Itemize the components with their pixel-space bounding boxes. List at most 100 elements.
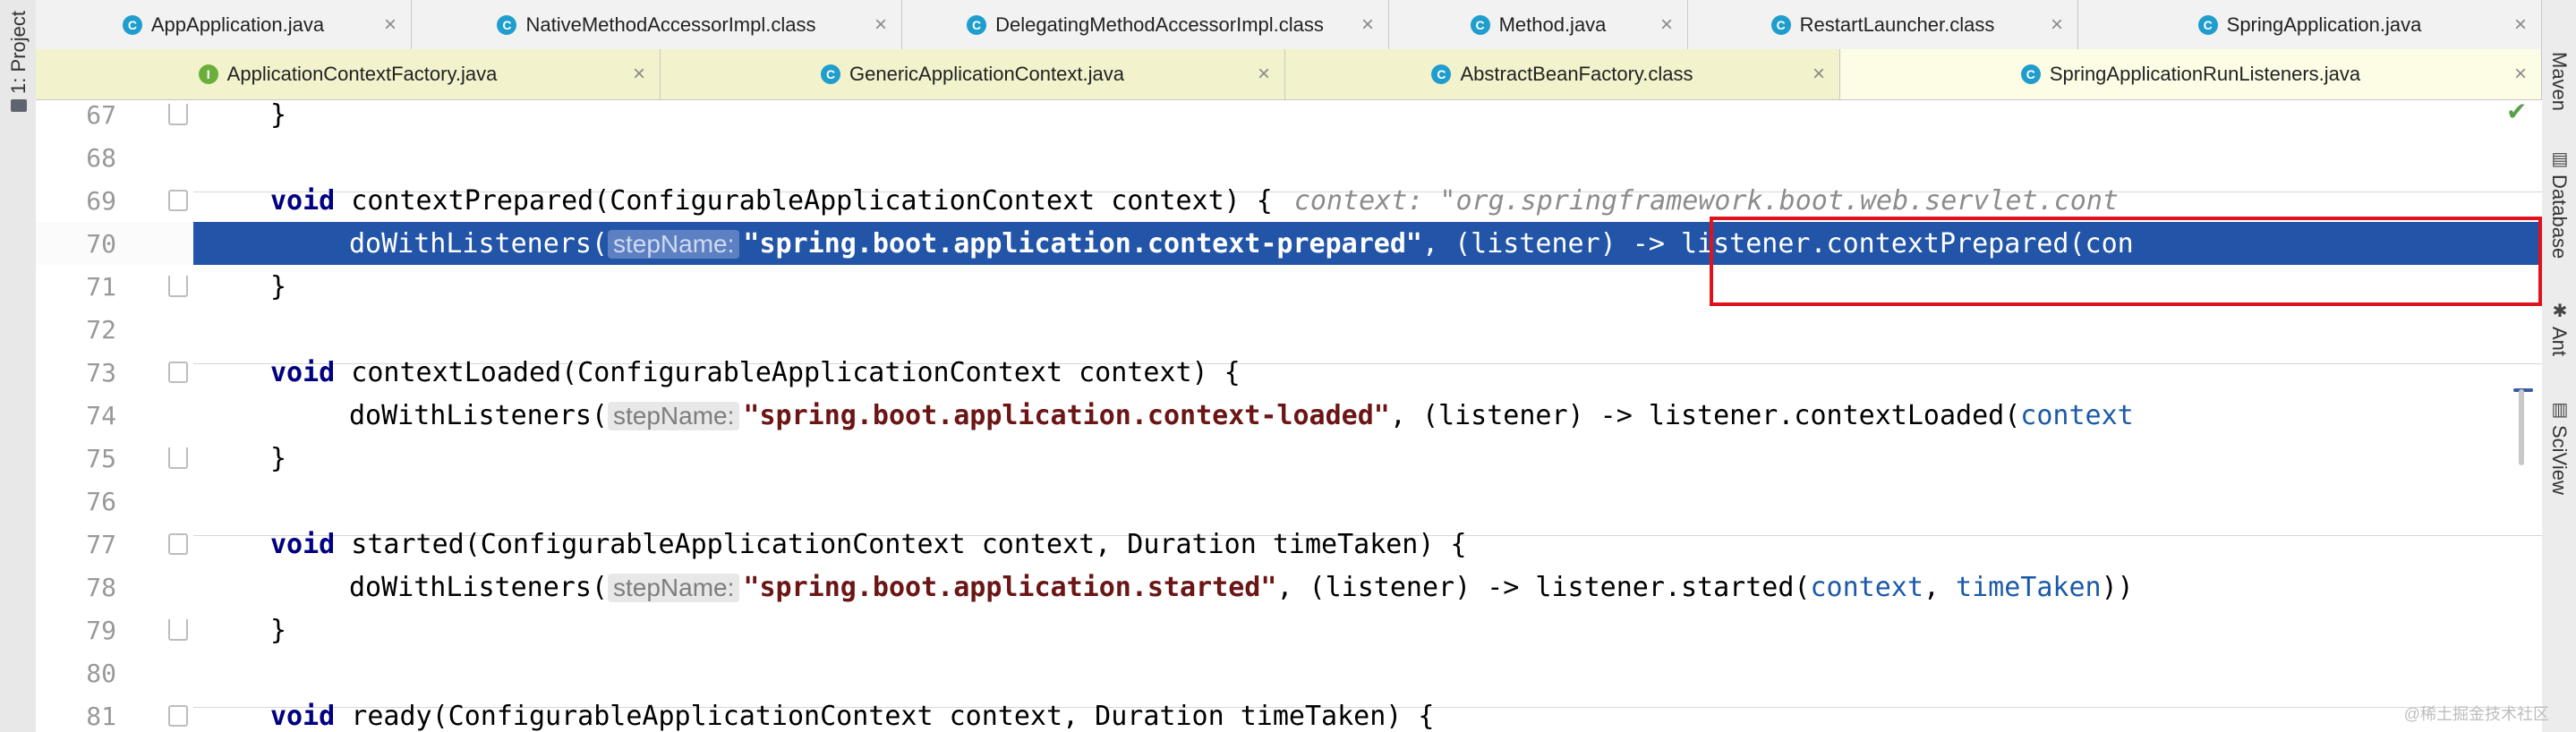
keyword: void — [270, 700, 336, 732]
close-icon[interactable]: × — [1361, 13, 1374, 38]
code-text: doWithListeners(stepName: "spring.boot.ap… — [349, 400, 2134, 431]
editor-tab[interactable]: C SpringApplicationRunListeners.java × — [1840, 49, 2542, 99]
maven-tool-tab[interactable]: Maven — [2546, 52, 2572, 111]
string-literal: "spring.boot.application.context-loaded" — [743, 399, 1390, 431]
close-icon[interactable]: × — [384, 13, 397, 38]
close-icon[interactable]: × — [874, 13, 887, 38]
close-icon[interactable]: × — [1813, 62, 1825, 87]
param-ref: context — [1810, 571, 1923, 603]
project-tool-tab[interactable]: 1: Project — [5, 11, 32, 112]
code-text: } — [270, 614, 287, 646]
editor-tab[interactable]: C SpringApplication.java × — [2078, 0, 2542, 49]
fold-marker-icon[interactable] — [168, 533, 188, 555]
code-line-76[interactable]: 76 — [36, 480, 2542, 523]
editor-tab[interactable]: C AbstractBeanFactory.class × — [1285, 49, 1840, 99]
line-number: 79 — [86, 615, 116, 645]
scrollbar-thumb[interactable] — [2519, 389, 2524, 465]
code-text: void contextLoaded(ConfigurableApplicati… — [270, 357, 1241, 388]
editor-tab[interactable]: C Method.java × — [1389, 0, 1688, 49]
editor-tab-label: Method.java — [1498, 13, 1607, 36]
inline-debug-value: context: "org.springframework.boot.web.s… — [1293, 184, 2119, 217]
code-line-72[interactable]: 72 — [36, 308, 2542, 351]
close-icon[interactable]: × — [2051, 13, 2063, 38]
code-line-68[interactable]: 68 — [36, 136, 2542, 179]
database-icon: ▤ — [2549, 148, 2569, 169]
editor-tab-row-1: C AppApplication.java × C NativeMethodAccess… — [36, 0, 2542, 50]
line-number: 81 — [86, 701, 116, 731]
param-hint: stepName: — [607, 401, 740, 430]
ant-tool-tab[interactable]: ✱ Ant — [2546, 300, 2572, 356]
close-icon[interactable]: × — [1660, 13, 1673, 38]
class-file-icon: C — [1770, 14, 1791, 35]
code-text: } — [270, 442, 287, 474]
code-line-69[interactable]: 69 void contextPrepared(ConfigurableAppl… — [36, 179, 2542, 222]
code-comma: , — [1923, 571, 1957, 603]
fold-marker-icon[interactable] — [168, 705, 188, 727]
code-editor[interactable]: 67 } 68 69 void contextPrepared(Configur… — [36, 100, 2542, 732]
code-line-73[interactable]: 73 void contextLoaded(ConfigurableApplic… — [36, 351, 2542, 394]
fold-marker-icon[interactable] — [168, 190, 188, 211]
code-line-80[interactable]: 80 — [36, 651, 2542, 694]
line-number: 67 — [86, 100, 116, 130]
code-pre: doWithListeners( — [349, 227, 608, 260]
line-number: 78 — [86, 572, 116, 602]
class-file-icon: C — [2020, 64, 2041, 84]
line-number: 70 — [86, 228, 116, 259]
class-file-icon: C — [497, 14, 517, 35]
editor-tab[interactable]: C DelegatingMethodAccessorImpl.class × — [902, 0, 1389, 49]
editor-tab-label: AbstractBeanFactory.class — [1460, 63, 1693, 85]
line-number: 68 — [86, 142, 116, 173]
fold-marker-icon[interactable] — [168, 619, 188, 641]
sciview-tool-tab[interactable]: ▥ SciView — [2546, 398, 2572, 495]
close-icon[interactable]: × — [2514, 62, 2527, 87]
code-line-67[interactable]: 67 } — [36, 100, 2542, 136]
fold-marker-icon[interactable] — [168, 104, 188, 125]
right-tool-strip: Maven ▤ Database ✱ Ant ▥ SciView — [2541, 0, 2576, 732]
class-file-icon: C — [1431, 64, 1452, 84]
param-hint: stepName: — [607, 573, 740, 602]
code-line-77[interactable]: 77 void started(ConfigurableApplicationC… — [36, 523, 2542, 566]
editor-tab-label: GenericApplicationContext.java — [849, 63, 1124, 85]
code-post: , (listener) -> listener.contextLoaded( — [1389, 399, 2021, 431]
line-number: 69 — [86, 185, 116, 216]
code-pre: doWithListeners( — [349, 399, 608, 431]
code-text: doWithListeners(stepName: "spring.boot.ap… — [349, 572, 2134, 603]
database-tool-tab-label: Database — [2548, 174, 2571, 260]
interface-file-icon: I — [198, 64, 218, 84]
code-line-81[interactable]: 81 void ready(ConfigurableApplicationCon… — [36, 694, 2542, 732]
code-text: void started(ConfigurableApplicationCont… — [270, 529, 1467, 560]
sciview-tool-tab-label: SciView — [2548, 425, 2571, 495]
line-number: 71 — [86, 271, 116, 302]
close-icon[interactable]: × — [2514, 13, 2527, 38]
database-tool-tab[interactable]: ▤ Database — [2546, 148, 2572, 259]
fold-marker-icon[interactable] — [168, 362, 188, 383]
keyword: void — [270, 528, 336, 560]
param-ref: context — [2020, 399, 2134, 431]
editor-tab[interactable]: C NativeMethodAccessorImpl.class × — [412, 0, 902, 49]
code-line-79[interactable]: 79 } — [36, 609, 2542, 651]
editor-tab-label: AppApplication.java — [150, 13, 325, 36]
fold-marker-icon[interactable] — [168, 447, 188, 469]
project-tool-tab-label: 1: Project — [7, 11, 30, 94]
left-tool-strip: 1: Project — [0, 0, 37, 732]
code-text: } — [270, 270, 287, 302]
editor-tab[interactable]: C RestartLauncher.class × — [1688, 0, 2078, 49]
editor-tab[interactable]: C GenericApplicationContext.java × — [661, 49, 1285, 99]
fold-marker-icon[interactable] — [168, 276, 188, 297]
editor-tab-label: NativeMethodAccessorImpl.class — [525, 13, 816, 36]
code-rest: contextLoaded(ConfigurableApplicationCon… — [335, 356, 1241, 388]
close-icon[interactable]: × — [1258, 62, 1270, 87]
maven-tool-tab-label: Maven — [2548, 52, 2571, 112]
editor-tab[interactable]: C AppApplication.java × — [36, 0, 412, 49]
watermark: @稀土掘金技术社区 — [2403, 705, 2549, 723]
code-line-78[interactable]: 78 doWithListeners(stepName: "spring.boot… — [36, 566, 2542, 609]
keyword: void — [270, 356, 336, 388]
code-line-75[interactable]: 75 } — [36, 437, 2542, 480]
highlight-annotation-box — [1710, 217, 2542, 306]
code-line-74[interactable]: 74 doWithListeners(stepName: "spring.boot… — [36, 394, 2542, 437]
close-icon[interactable]: × — [633, 62, 645, 87]
class-file-icon: C — [122, 14, 142, 35]
editor-tab[interactable]: I ApplicationContextFactory.java × — [36, 49, 661, 99]
line-number: 72 — [86, 314, 116, 345]
param-hint: stepName: — [607, 229, 740, 259]
